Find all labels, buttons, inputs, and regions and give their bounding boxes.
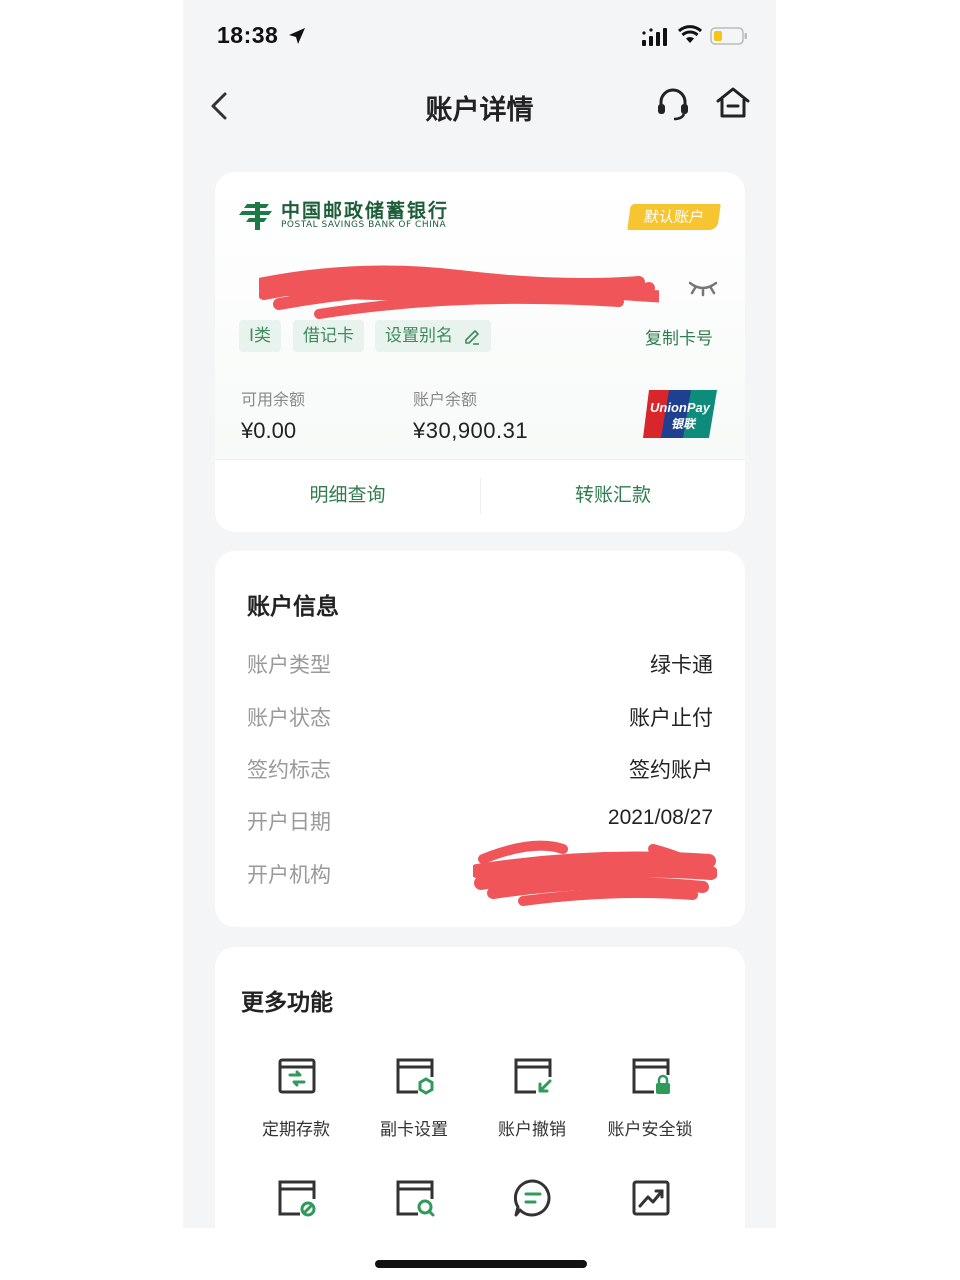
eye-closed-icon[interactable] [687, 277, 719, 297]
function-label: 账户撤销 [498, 1120, 566, 1140]
available-balance-label: 可用余额 [241, 390, 306, 409]
wifi-icon [677, 25, 703, 43]
card-search-button[interactable] [355, 1177, 473, 1228]
function-label: 副卡设置 [380, 1120, 448, 1140]
chat-icon [513, 1179, 551, 1217]
more-functions-panel: 更多功能 定期存款 副卡设置 账户撤销 账户安全锁 [215, 947, 745, 1228]
redaction-scribble [259, 265, 659, 319]
info-value: 绿卡通 [650, 653, 713, 677]
headset-icon[interactable] [655, 86, 691, 122]
signal-icon [642, 28, 667, 46]
psbc-logo-icon [239, 202, 272, 230]
copy-card-number-link[interactable]: 复制卡号 [645, 324, 713, 349]
home-icon[interactable] [714, 84, 752, 122]
unionpay-logo-icon: UnionPay 银联 [643, 390, 717, 438]
home-indicator[interactable] [375, 1260, 587, 1268]
account-lock-icon [632, 1058, 670, 1094]
info-label: 账户类型 [247, 653, 331, 677]
phone-screen: 18:38 账户详情 中国邮政储蓄银行 POSTAL SAVINGS BANK … [183, 0, 776, 1228]
bank-name: 中国邮政储蓄银行 [281, 200, 450, 222]
nav-bar: 账户详情 [183, 72, 776, 142]
account-card: 中国邮政储蓄银行 POSTAL SAVINGS BANK OF CHINA 默认… [215, 172, 745, 532]
account-info-panel: 账户信息 账户类型 绿卡通 账户状态 账户止付 签约标志 签约账户 开户日期 2… [215, 551, 745, 927]
transaction-query-button[interactable]: 明细查询 [215, 460, 480, 532]
redaction-scribble [473, 840, 717, 906]
sub-card-settings-button[interactable]: 副卡设置 [355, 1055, 473, 1155]
default-account-badge: 默认账户 [627, 204, 721, 230]
more-functions-title: 更多功能 [241, 990, 333, 1016]
card-link-icon [278, 1180, 316, 1217]
function-label: 账户安全锁 [607, 1120, 693, 1140]
card-search-icon [396, 1180, 435, 1217]
info-value: 签约账户 [629, 758, 713, 782]
card-link-button[interactable] [237, 1177, 355, 1228]
location-arrow-icon [289, 28, 305, 44]
bank-name-en: POSTAL SAVINGS BANK OF CHINA [281, 220, 447, 230]
chat-button[interactable] [473, 1177, 591, 1228]
battery-icon [710, 27, 747, 45]
info-row-account-type: 账户类型 绿卡通 [247, 649, 713, 689]
account-balance-label: 账户余额 [413, 390, 478, 409]
unionpay-cn: 银联 [671, 417, 697, 431]
account-info-title: 账户信息 [247, 594, 339, 620]
info-row-account-status: 账户状态 账户止付 [247, 702, 713, 742]
info-row-sign-flag: 签约标志 签约账户 [247, 754, 713, 794]
info-label: 开户日期 [247, 810, 331, 834]
info-label: 开户机构 [247, 863, 331, 887]
fixed-deposit-icon [278, 1058, 316, 1094]
set-alias-label: 设置别名 [385, 326, 453, 346]
status-bar: 18:38 [183, 0, 776, 72]
account-cancel-icon [514, 1058, 552, 1094]
tag-class-i: I类 [239, 320, 282, 352]
chart-trend-icon [632, 1180, 670, 1216]
function-label: 定期存款 [262, 1120, 330, 1140]
status-time: 18:38 [217, 22, 279, 48]
chart-trend-button[interactable] [591, 1177, 709, 1228]
info-label: 账户状态 [247, 706, 331, 730]
sub-card-settings-icon [396, 1058, 434, 1095]
info-value: 2021/08/27 [607, 806, 713, 829]
account-cancel-button[interactable]: 账户撤销 [473, 1055, 591, 1155]
tag-debit-card: 借记卡 [293, 320, 364, 352]
account-balance-value: ¥30,900.31 [413, 418, 529, 443]
pencil-icon [465, 330, 479, 345]
info-value: 账户止付 [629, 706, 713, 730]
fixed-deposit-button[interactable]: 定期存款 [237, 1055, 355, 1155]
transfer-button[interactable]: 转账汇款 [481, 460, 745, 532]
account-lock-button[interactable]: 账户安全锁 [591, 1055, 709, 1155]
available-balance-value: ¥0.00 [241, 418, 297, 443]
info-label: 签约标志 [247, 758, 331, 782]
unionpay-text: UnionPay [650, 400, 711, 415]
